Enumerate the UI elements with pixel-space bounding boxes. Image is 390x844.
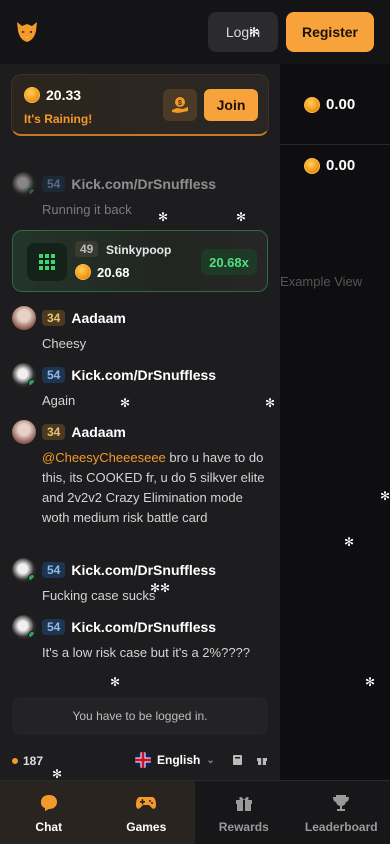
coin-icon [304, 157, 320, 174]
balance-value: 0.00 [326, 157, 356, 174]
username[interactable]: Kick.com/DrSnuffless [71, 367, 216, 383]
win-amount: 20.68 [97, 264, 130, 280]
divider [280, 144, 390, 145]
game-grid-icon [27, 243, 67, 281]
level-badge: 34 [42, 424, 66, 440]
balance-row: 0.00 [304, 157, 355, 174]
level-badge: 34 [42, 310, 66, 326]
win-value: 20.68 [75, 264, 130, 280]
avatar[interactable] [12, 172, 36, 196]
win-multiplier: 20.68x [201, 249, 257, 275]
level-badge: 54 [42, 562, 66, 578]
avatar[interactable] [12, 363, 36, 387]
nav-label: Chat [35, 820, 63, 834]
avatar[interactable] [12, 306, 36, 330]
nav-leaderboard[interactable]: Leaderboard [293, 781, 390, 844]
username[interactable]: Kick.com/DrSnuffless [71, 562, 216, 578]
join-rain-button[interactable]: Join [204, 89, 258, 121]
top-bar: Login Register [0, 0, 390, 64]
coin-icon [304, 96, 320, 113]
rules-book-icon[interactable] [232, 754, 243, 769]
bottom-navigation: Chat Games Rewards Leaderboard [0, 780, 390, 844]
level-badge: 54 [42, 619, 66, 635]
rain-label: It's Raining! [24, 112, 93, 126]
gift-icon[interactable] [256, 754, 268, 769]
chat-message: 54 Kick.com/DrSnuffless Fucking case suc… [12, 558, 270, 606]
message-text: Running it back [42, 202, 132, 217]
language-label: English [157, 753, 201, 767]
balance-row: 0.00 [304, 96, 355, 113]
mention[interactable]: @CheesyCheeeseee [42, 450, 166, 465]
nav-label: Games [126, 820, 167, 834]
username[interactable]: Aadaam [71, 424, 125, 440]
win-card[interactable]: 49 Stinkypoop 20.68 20.68x [12, 230, 268, 292]
username[interactable]: Kick.com/DrSnuffless [71, 619, 216, 635]
chat-message: 54 Kick.com/DrSnuffless It's a low risk … [12, 615, 270, 663]
nav-games[interactable]: Games [97, 781, 195, 844]
chat-message: 54 Kick.com/DrSnuffless Again [12, 363, 270, 411]
message-text: Cheesy [42, 336, 87, 351]
nav-rewards[interactable]: Rewards [195, 781, 293, 844]
username[interactable]: Kick.com/DrSnuffless [71, 176, 216, 192]
chat-message: 34 Aadaam Cheesy [12, 306, 270, 354]
nav-chat[interactable]: Chat [0, 781, 98, 844]
chevron-down-icon: ⌄ [206, 754, 215, 766]
level-badge: 49 [75, 241, 99, 257]
balance-value: 0.00 [326, 96, 356, 113]
logo-icon[interactable] [14, 18, 40, 44]
svg-text:$: $ [178, 100, 182, 107]
nav-label: Rewards [218, 820, 269, 834]
login-required-notice[interactable]: You have to be logged in. [12, 697, 268, 735]
chat-bubble-icon [38, 792, 60, 814]
win-username: Stinkypoop [106, 243, 172, 257]
avatar[interactable] [12, 558, 36, 582]
online-count: 187 [12, 754, 43, 768]
coin-icon [24, 87, 40, 103]
avatar[interactable] [12, 420, 36, 444]
message-text: Again [42, 393, 76, 408]
level-badge: 54 [42, 176, 66, 192]
uk-flag-icon [135, 752, 151, 768]
register-button[interactable]: Register [286, 12, 374, 52]
chat-footer: 187 English ⌄ [0, 744, 280, 780]
username[interactable]: Aadaam [71, 310, 125, 326]
nav-label: Leaderboard [304, 820, 378, 834]
rain-banner: 20.33 It's Raining! $ Join [11, 74, 269, 136]
level-badge: 54 [42, 367, 66, 383]
chat-panel: 20.33 It's Raining! $ Join 54 Kick.com/D… [0, 64, 280, 780]
language-selector[interactable]: English ⌄ [135, 752, 215, 768]
login-button[interactable]: Login [208, 12, 278, 52]
chat-message: 34 Aadaam @CheesyCheeeseee bro u have to… [12, 420, 270, 528]
chat-message: 54 Kick.com/DrSnuffless Running it back [12, 172, 270, 220]
message-text: It's a low risk case but it's a 2%???? [42, 645, 251, 660]
online-count-value: 187 [23, 754, 44, 768]
rain-amount: 20.33 [24, 87, 81, 103]
rain-amount-value: 20.33 [46, 87, 82, 103]
example-view-text: Example View [280, 274, 363, 289]
rain-tip-icon[interactable]: $ [163, 89, 197, 121]
message-text: @CheesyCheeeseee bro u have to do this, … [42, 448, 270, 528]
online-dot-icon [12, 758, 18, 764]
trophy-icon [330, 792, 352, 814]
coin-icon [75, 264, 91, 280]
gift-icon [233, 792, 255, 814]
avatar[interactable] [12, 615, 36, 639]
gamepad-icon [135, 792, 157, 814]
message-text: Fucking case sucks [42, 588, 156, 603]
